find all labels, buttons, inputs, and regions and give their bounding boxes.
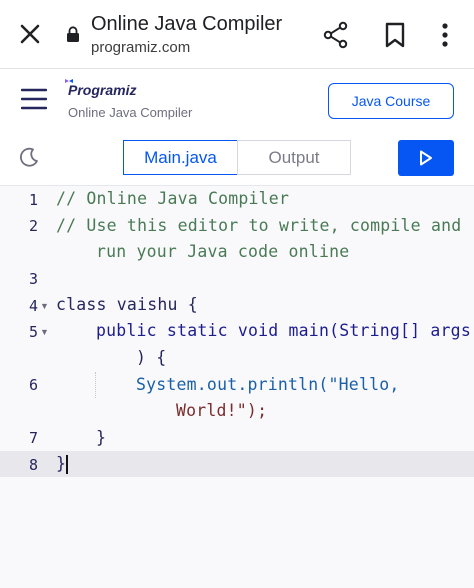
code-line[interactable]: } [56,454,66,473]
java-course-button[interactable]: Java Course [328,83,454,119]
code-line[interactable]: // Online Java Compiler [56,189,289,208]
lock-icon [67,26,79,42]
code-line-wrap[interactable]: World!"); [176,401,267,420]
code-line[interactable]: System.out.println("Hello, [136,375,399,394]
line-number: 3 [28,270,38,288]
tab-output[interactable]: Output [237,140,351,175]
moon-icon[interactable] [18,146,40,168]
play-icon [420,150,432,166]
code-line-wrap[interactable]: run your Java code online [96,242,349,261]
page-url[interactable]: programiz.com [91,39,190,56]
programiz-logo[interactable]: Programiz [68,82,136,98]
line-number: 1 [28,191,38,209]
fold-arrow-icon[interactable]: ▼ [40,301,49,311]
tab-main-java[interactable]: Main.java [123,140,238,175]
run-button[interactable] [398,140,454,176]
indent-guide [95,372,97,398]
page-title[interactable]: Online Java Compiler [91,13,282,36]
code-line[interactable]: class vaishu { [56,295,198,314]
code-line[interactable]: // Use this editor to write, compile and [56,216,461,235]
line-number: 4 [28,297,38,315]
line-number: 7 [28,429,38,447]
line-number: 5 [28,323,38,341]
hamburger-menu-icon[interactable] [21,88,47,110]
code-line[interactable]: } [96,428,106,447]
code-line[interactable]: public static void main(String[] args [96,321,471,340]
fold-arrow-icon[interactable]: ▼ [40,327,49,337]
site-subtitle: Online Java Compiler [68,105,193,120]
share-icon[interactable] [322,21,350,49]
close-icon[interactable] [18,22,42,46]
line-number: 6 [28,376,38,394]
code-line-wrap[interactable]: ) { [136,348,166,367]
active-line-highlight [0,451,474,477]
more-vert-icon[interactable] [437,22,453,48]
line-number: 8 [28,456,38,474]
line-number: 2 [28,217,38,235]
text-cursor [66,455,68,474]
bookmark-icon[interactable] [384,22,406,48]
